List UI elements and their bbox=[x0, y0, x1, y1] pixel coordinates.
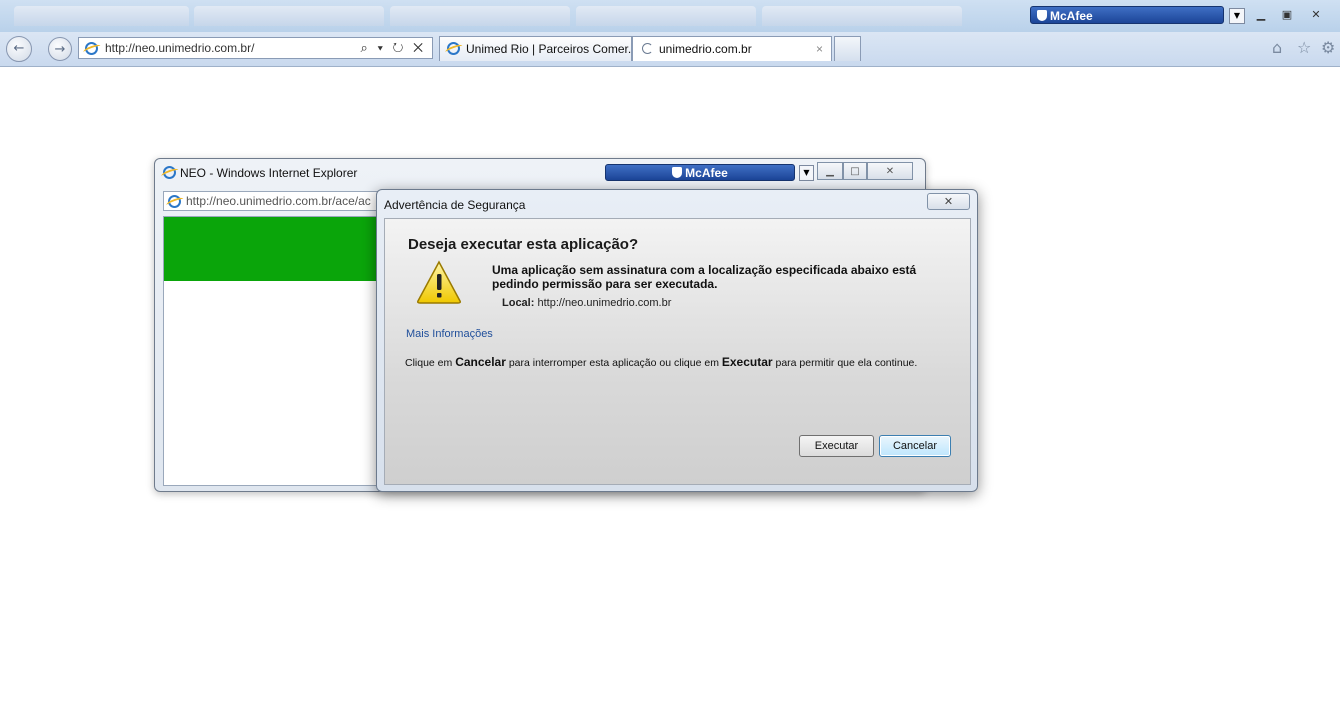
minimize-button[interactable]: ▁ bbox=[1250, 7, 1272, 23]
mcafee-shield-icon bbox=[1037, 10, 1047, 21]
navigation-bar: ← → http://neo.unimedrio.com.br/ ⌕ ▾ ↻ ✕… bbox=[0, 32, 1340, 67]
close-button[interactable]: ✕ bbox=[927, 193, 970, 210]
ie-icon bbox=[85, 42, 98, 55]
tab-unimedrio[interactable]: unimedrio.com.br × bbox=[632, 36, 832, 61]
new-tab-button[interactable] bbox=[834, 36, 861, 61]
browser-title-bar: McAfee ▼ ▁ ▣ ✕ bbox=[0, 0, 1340, 32]
ie-icon bbox=[447, 42, 460, 55]
minimize-button[interactable]: ▁ bbox=[817, 162, 843, 180]
instruction-exec-word: Executar bbox=[721, 355, 773, 369]
mcafee-label: McAfee bbox=[685, 166, 728, 180]
dialog-message: Uma aplicação sem assinatura com a local… bbox=[492, 263, 917, 291]
tab-label: Unimed Rio | Parceiros Comer... bbox=[466, 42, 638, 56]
location-value: http://neo.unimedrio.com.br bbox=[537, 297, 672, 309]
tab-unimed-rio[interactable]: Unimed Rio | Parceiros Comer... bbox=[439, 36, 638, 61]
location-label: Local: bbox=[502, 297, 535, 309]
address-controls[interactable]: ⌕ ▾ ↻ ✕ bbox=[361, 38, 426, 58]
dialog-heading: Deseja executar esta aplicação? bbox=[408, 236, 639, 253]
cancel-button[interactable]: Cancelar bbox=[879, 435, 951, 457]
background-tab[interactable] bbox=[390, 6, 570, 26]
gear-icon[interactable]: ⚙ bbox=[1321, 39, 1335, 57]
close-button[interactable]: ✕ bbox=[1305, 7, 1327, 23]
mcafee-shield-icon bbox=[672, 167, 683, 178]
instruction-part: para permitir que ela continue. bbox=[772, 357, 918, 369]
ie-icon bbox=[163, 166, 176, 179]
home-icon[interactable]: ⌂ bbox=[1272, 39, 1282, 57]
background-tab[interactable] bbox=[762, 6, 962, 26]
tab-label: unimedrio.com.br bbox=[659, 42, 752, 56]
background-tab[interactable] bbox=[194, 6, 384, 26]
instruction-text: Clique em Cancelar para interromper esta… bbox=[405, 355, 917, 369]
window-title-text: NEO - Windows Internet Explorer bbox=[180, 166, 358, 180]
instruction-cancel-word: Cancelar bbox=[455, 355, 506, 369]
arrow-right-icon: → bbox=[54, 42, 66, 57]
ie-icon bbox=[168, 195, 181, 208]
popup-address-text: http://neo.unimedrio.com.br/ace/ac bbox=[186, 194, 371, 208]
chevron-down-icon[interactable]: ▼ bbox=[1229, 8, 1245, 24]
dialog-title: Advertência de Segurança bbox=[384, 198, 526, 212]
background-tab[interactable] bbox=[576, 6, 756, 26]
address-text: http://neo.unimedrio.com.br/ bbox=[105, 41, 255, 55]
security-warning-dialog: Advertência de Segurança ✕ Deseja execut… bbox=[376, 189, 978, 492]
chevron-down-icon[interactable]: ▼ bbox=[799, 165, 814, 181]
more-info-link[interactable]: Mais Informações bbox=[406, 328, 493, 340]
mcafee-toolbar[interactable]: McAfee bbox=[605, 164, 795, 181]
warning-icon bbox=[417, 260, 461, 304]
forward-button[interactable]: → bbox=[48, 37, 72, 61]
arrow-left-icon: ← bbox=[13, 41, 25, 56]
mcafee-toolbar[interactable]: McAfee bbox=[1030, 6, 1224, 24]
background-tab[interactable] bbox=[14, 6, 189, 26]
maximize-button[interactable]: □ bbox=[843, 162, 867, 180]
back-button[interactable]: ← bbox=[6, 36, 32, 62]
close-button[interactable]: ✕ bbox=[867, 162, 913, 180]
close-icon[interactable]: × bbox=[816, 37, 823, 61]
star-icon[interactable]: ☆ bbox=[1297, 39, 1311, 57]
maximize-button[interactable]: ▣ bbox=[1276, 7, 1298, 23]
loading-icon bbox=[642, 43, 653, 54]
dialog-body: Deseja executar esta aplicação? Uma apli… bbox=[384, 218, 971, 485]
address-bar[interactable]: http://neo.unimedrio.com.br/ ⌕ ▾ ↻ ✕ bbox=[78, 37, 433, 59]
instruction-part: Clique em bbox=[405, 357, 456, 369]
mcafee-label: McAfee bbox=[1050, 9, 1093, 23]
window-title: NEO - Windows Internet Explorer bbox=[163, 166, 357, 180]
instruction-part: para interromper esta aplicação ou cliqu… bbox=[505, 357, 722, 369]
location-line: Local: http://neo.unimedrio.com.br bbox=[502, 297, 671, 309]
execute-button[interactable]: Executar bbox=[799, 435, 874, 457]
popup-address-bar[interactable]: http://neo.unimedrio.com.br/ace/ac bbox=[163, 191, 383, 211]
